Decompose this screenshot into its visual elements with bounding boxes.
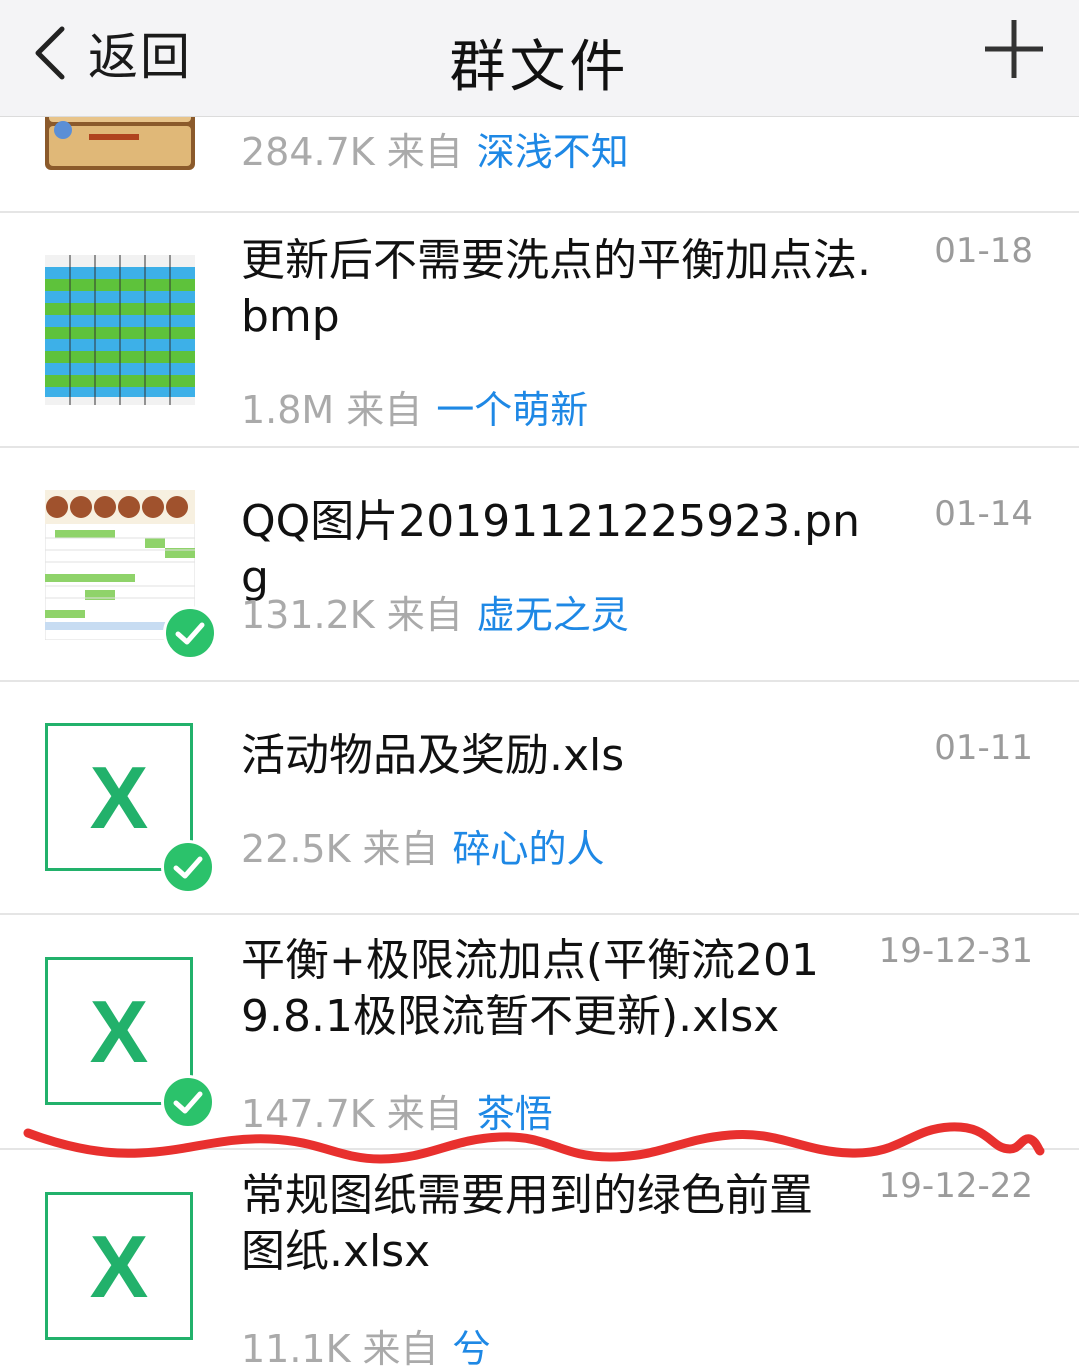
- file-thumbnail: [45, 117, 195, 170]
- file-list[interactable]: 284.7K 来自 深浅不知 更新后不需要洗点的平衡加点法.bmp 01-18 …: [0, 117, 1079, 1371]
- file-meta: 284.7K 来自 深浅不知: [241, 121, 629, 176]
- file-size: 147.7K: [241, 1092, 375, 1136]
- file-date: 01-14: [934, 494, 1033, 534]
- file-thumbnail: [45, 255, 195, 405]
- from-label: 来自: [362, 827, 439, 871]
- from-label: 来自: [386, 1092, 463, 1136]
- downloaded-check-icon: [163, 606, 217, 660]
- excel-letter: X: [89, 1217, 149, 1316]
- file-row[interactable]: X 平衡+极限流加点(平衡流2019.8.1极限流暂不更新).xlsx 19-1…: [0, 915, 1079, 1150]
- file-size: 284.7K: [241, 130, 375, 174]
- from-label: 来自: [386, 593, 463, 637]
- page-title: 群文件: [449, 35, 630, 100]
- file-meta: 131.2K 来自 虚无之灵: [241, 584, 629, 639]
- from-label: 来自: [346, 388, 423, 432]
- file-name: 平衡+极限流加点(平衡流2019.8.1极限流暂不更新).xlsx: [241, 935, 820, 1042]
- file-meta: 11.1K 来自兮: [241, 1318, 491, 1371]
- plus-icon: [985, 20, 1043, 78]
- file-name: 活动物品及奖励.xls: [241, 730, 625, 781]
- uploader-link[interactable]: 碎心的人: [453, 827, 605, 871]
- uploader-link[interactable]: 虚无之灵: [477, 593, 629, 637]
- uploader-link[interactable]: 一个萌新: [436, 388, 588, 432]
- uploader-link[interactable]: 茶悟: [477, 1092, 553, 1136]
- file-size: 22.5K: [241, 827, 351, 871]
- file-meta: 147.7K 来自 茶悟: [241, 1083, 553, 1138]
- nav-bar: 返回 群文件: [0, 0, 1079, 117]
- excel-file-icon: X: [45, 1192, 193, 1340]
- uploader-link[interactable]: 深浅不知: [477, 130, 629, 174]
- downloaded-check-icon: [161, 1075, 215, 1129]
- file-row[interactable]: 更新后不需要洗点的平衡加点法.bmp 01-18 1.8M 来自 一个萌新: [0, 213, 1079, 448]
- file-row[interactable]: X 常规图纸需要用到的绿色前置图纸.xlsx 19-12-22 11.1K 来自兮: [0, 1150, 1079, 1371]
- file-size: 131.2K: [241, 593, 375, 637]
- excel-letter: X: [89, 982, 149, 1081]
- from-label: 来自: [362, 1327, 439, 1371]
- file-name: 常规图纸需要用到的绿色前置图纸.xlsx: [241, 1170, 813, 1277]
- file-date: 19-12-31: [878, 931, 1033, 971]
- excel-letter: X: [89, 748, 149, 847]
- file-size: 11.1K: [241, 1327, 351, 1371]
- downloaded-check-icon: [161, 840, 215, 894]
- file-date: 01-11: [934, 728, 1033, 768]
- file-size: 1.8M: [241, 388, 335, 432]
- file-meta: 1.8M 来自 一个萌新: [241, 379, 588, 434]
- uploader-link[interactable]: 兮: [453, 1327, 491, 1371]
- file-date: 01-18: [934, 231, 1033, 271]
- file-meta: 22.5K 来自 碎心的人: [241, 818, 605, 873]
- file-row[interactable]: 284.7K 来自 深浅不知: [0, 117, 1079, 213]
- file-name: 更新后不需要洗点的平衡加点法.bmp: [241, 235, 871, 342]
- from-label: 来自: [386, 130, 463, 174]
- add-button[interactable]: [981, 16, 1047, 82]
- file-date: 19-12-22: [878, 1166, 1033, 1206]
- file-row[interactable]: QQ图片20191121225923.png 01-14 131.2K 来自 虚无之…: [0, 448, 1079, 682]
- file-row[interactable]: X 活动物品及奖励.xls 01-11 22.5K 来自 碎心的人: [0, 682, 1079, 915]
